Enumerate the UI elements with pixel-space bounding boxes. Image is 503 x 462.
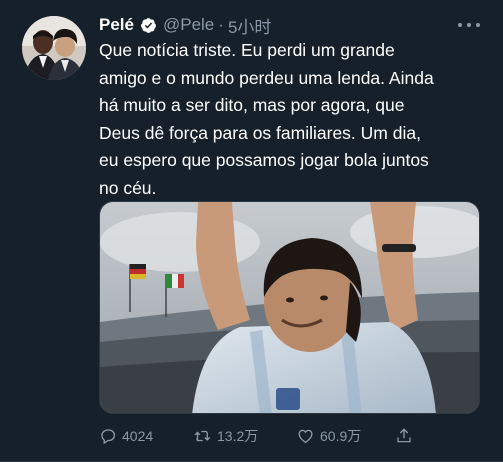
tweet-card[interactable]: Pelé @Pele · 5小时 Que notícia triste. Eu … <box>0 0 503 462</box>
tweet-actions: 4024 13.2万 60.9万 <box>99 424 419 448</box>
tweet-photo[interactable] <box>99 201 480 414</box>
like-button[interactable]: 60.9万 <box>296 424 361 448</box>
tweet-text: Que notícia triste. Eu perdi um grande a… <box>99 40 434 198</box>
reply-icon <box>101 429 116 445</box>
display-name[interactable]: Pelé <box>99 15 134 35</box>
retweet-button[interactable]: 13.2万 <box>192 424 258 448</box>
timestamp[interactable]: 5小时 <box>228 13 271 38</box>
header-separator: · <box>218 15 224 34</box>
share-icon <box>397 428 411 443</box>
verified-badge-icon <box>140 17 157 34</box>
retweet-icon <box>194 430 211 442</box>
share-button[interactable] <box>395 424 418 448</box>
tweet-header: Pelé @Pele · 5小时 <box>99 13 271 38</box>
more-options-icon[interactable] <box>458 16 480 34</box>
like-count: 60.9万 <box>320 428 362 444</box>
user-handle[interactable]: @Pele <box>163 15 214 35</box>
avatar[interactable] <box>22 16 86 80</box>
heart-icon <box>298 429 313 444</box>
reply-count: 4024 <box>122 428 154 444</box>
retweet-count: 13.2万 <box>217 428 259 444</box>
reply-button[interactable]: 4024 <box>99 424 153 448</box>
